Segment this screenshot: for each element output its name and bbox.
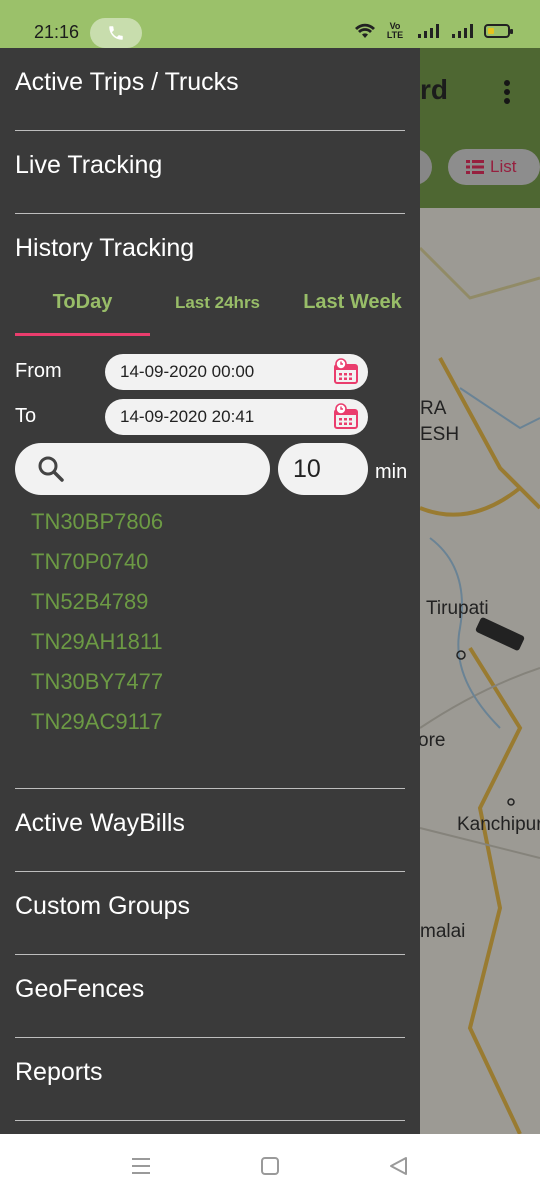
divider [15, 788, 405, 789]
interval-unit-label: min [375, 461, 408, 483]
search-icon [38, 456, 64, 482]
menu-item-active-waybills[interactable]: Active WayBills [15, 809, 185, 838]
status-time: 21:16 [34, 22, 80, 42]
menu-item-history-tracking[interactable]: History Tracking [15, 234, 194, 263]
interval-value: 10 [293, 455, 321, 483]
tab-last-week[interactable]: Last Week [285, 291, 420, 314]
divider [15, 130, 405, 131]
to-date-field[interactable]: 14-09-2020 20:41 [105, 399, 368, 435]
battery-icon [484, 24, 513, 38]
menu-item-geofences[interactable]: GeoFences [15, 975, 144, 1004]
menu-item-custom-groups[interactable]: Custom Groups [15, 892, 190, 921]
selected-tab-indicator [15, 333, 150, 336]
system-navigation-bar [0, 1134, 540, 1200]
recent-apps-icon[interactable] [131, 1156, 151, 1176]
vehicle-list-item[interactable]: TN30BY7477 [31, 669, 163, 695]
calendar-clock-icon[interactable] [332, 403, 360, 431]
to-date-value: 14-09-2020 20:41 [120, 407, 255, 426]
navigation-drawer: Active Trips / Trucks Live Tracking Hist… [0, 48, 420, 1134]
status-bar: 21:16 Vo LTE [0, 0, 540, 48]
to-label: To [15, 405, 37, 427]
system-icons: Vo LTE [354, 21, 513, 40]
menu-item-live-tracking[interactable]: Live Tracking [15, 151, 162, 180]
from-label: From [15, 360, 62, 382]
divider [15, 871, 405, 872]
vehicle-list-item[interactable]: TN70P0740 [31, 549, 148, 575]
menu-item-active-trips[interactable]: Active Trips / Trucks [15, 68, 239, 97]
tab-today[interactable]: ToDay [15, 291, 150, 314]
vehicle-list-item[interactable]: TN29AC9117 [31, 709, 163, 735]
vehicle-list-item[interactable]: TN29AH1811 [31, 629, 163, 655]
home-icon[interactable] [260, 1156, 280, 1176]
divider [15, 954, 405, 955]
vehicle-list-item[interactable]: TN52B4789 [31, 589, 148, 615]
wifi-icon [355, 23, 375, 38]
divider [15, 1120, 405, 1121]
phone-icon [109, 26, 123, 40]
calendar-clock-icon[interactable] [332, 358, 360, 386]
from-date-field[interactable]: 14-09-2020 00:00 [105, 354, 368, 390]
volte-icon: Vo LTE [386, 21, 404, 40]
divider [15, 213, 405, 214]
vehicle-list-item[interactable]: TN30BP7806 [31, 509, 163, 535]
vehicle-search-input[interactable] [15, 443, 270, 495]
back-icon[interactable] [388, 1156, 408, 1176]
from-date-value: 14-09-2020 00:00 [120, 362, 255, 381]
menu-item-reports[interactable]: Reports [15, 1058, 103, 1087]
ongoing-call-indicator[interactable] [90, 18, 142, 48]
signal-icon-sim2 [452, 24, 473, 38]
interval-input[interactable]: 10 [278, 443, 368, 495]
tab-last-24hrs[interactable]: Last 24hrs [150, 293, 285, 313]
divider [15, 1037, 405, 1038]
signal-icon-sim1 [418, 24, 439, 38]
